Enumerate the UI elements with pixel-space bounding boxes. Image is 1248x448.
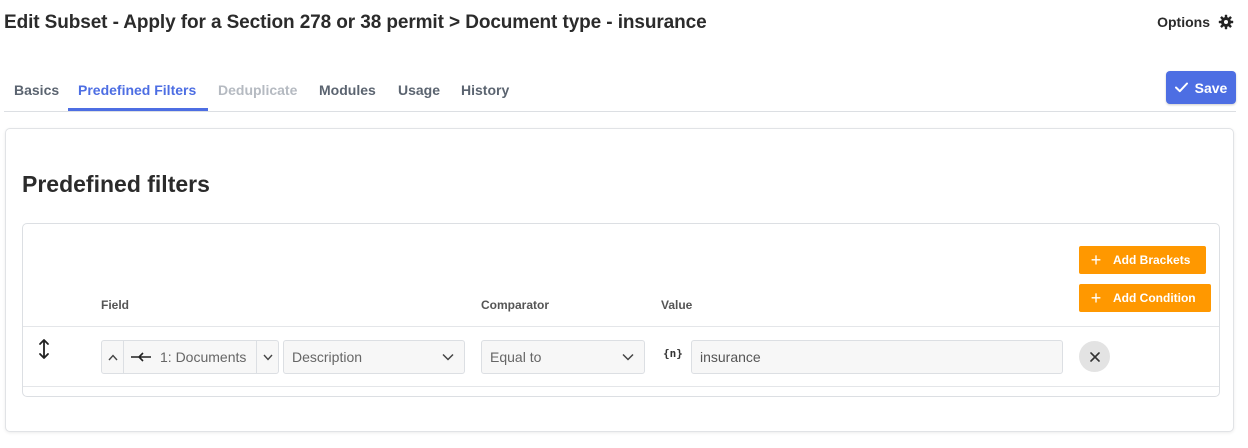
plus-icon: +	[1090, 287, 1102, 308]
check-icon	[1174, 82, 1188, 93]
chevron-up-icon	[107, 353, 118, 360]
field-selector: 1: Documents	[101, 340, 279, 374]
chevron-down-icon	[442, 353, 454, 361]
gear-icon	[1218, 14, 1234, 30]
add-condition-button[interactable]: + Add Condition	[1079, 284, 1211, 312]
row-divider	[23, 386, 1219, 387]
tab-modules[interactable]: Modules	[319, 82, 376, 98]
tab-basics[interactable]: Basics	[14, 82, 59, 98]
options-label: Options	[1157, 14, 1210, 30]
tab-history[interactable]: History	[461, 82, 509, 98]
add-condition-label: Add Condition	[1113, 291, 1196, 305]
tab-bar: Basics Predefined Filters Deduplicate Mo…	[4, 72, 1236, 112]
tab-usage[interactable]: Usage	[398, 82, 440, 98]
chevron-down-icon	[622, 353, 634, 361]
column-header-value: Value	[661, 298, 693, 312]
add-brackets-label: Add Brackets	[1113, 253, 1191, 267]
remove-condition-button[interactable]	[1079, 341, 1110, 372]
comparator-select[interactable]: Equal to	[481, 340, 645, 374]
vertical-arrows-icon[interactable]	[37, 338, 51, 360]
tab-deduplicate: Deduplicate	[218, 82, 298, 98]
field-name-value: Description	[292, 349, 363, 365]
save-button[interactable]: Save	[1166, 71, 1236, 104]
active-tab-indicator	[68, 108, 208, 111]
page-title: Edit Subset - Apply for a Section 278 or…	[4, 12, 707, 33]
column-header-comparator: Comparator	[481, 298, 550, 312]
variable-icon[interactable]: {n}	[663, 347, 683, 360]
comparator-value: Equal to	[490, 349, 542, 365]
page-header: Edit Subset - Apply for a Section 278 or…	[4, 12, 1244, 40]
chevron-down-icon	[262, 354, 273, 361]
add-brackets-button[interactable]: + Add Brackets	[1079, 246, 1206, 274]
field-source-label: 1: Documents	[160, 349, 247, 365]
card-title: Predefined filters	[22, 171, 210, 197]
relation-arrow-icon	[131, 352, 151, 362]
close-icon	[1089, 351, 1100, 362]
plus-icon: +	[1090, 249, 1102, 270]
field-up-button[interactable]	[102, 341, 124, 373]
predefined-filters-card: Predefined filters + Add Brackets + Add …	[5, 128, 1234, 432]
field-name-select[interactable]: Description	[283, 340, 465, 374]
column-header-field: Field	[101, 298, 130, 312]
options-menu[interactable]: Options	[1157, 14, 1234, 30]
value-input[interactable]	[691, 340, 1063, 374]
save-label: Save	[1194, 79, 1228, 96]
row-divider	[23, 326, 1219, 327]
filter-table: + Add Brackets + Add Condition Field Com…	[22, 223, 1220, 397]
field-down-button[interactable]	[256, 341, 278, 373]
tab-predefined-filters[interactable]: Predefined Filters	[78, 82, 196, 98]
field-source-select[interactable]: 1: Documents	[124, 341, 256, 373]
